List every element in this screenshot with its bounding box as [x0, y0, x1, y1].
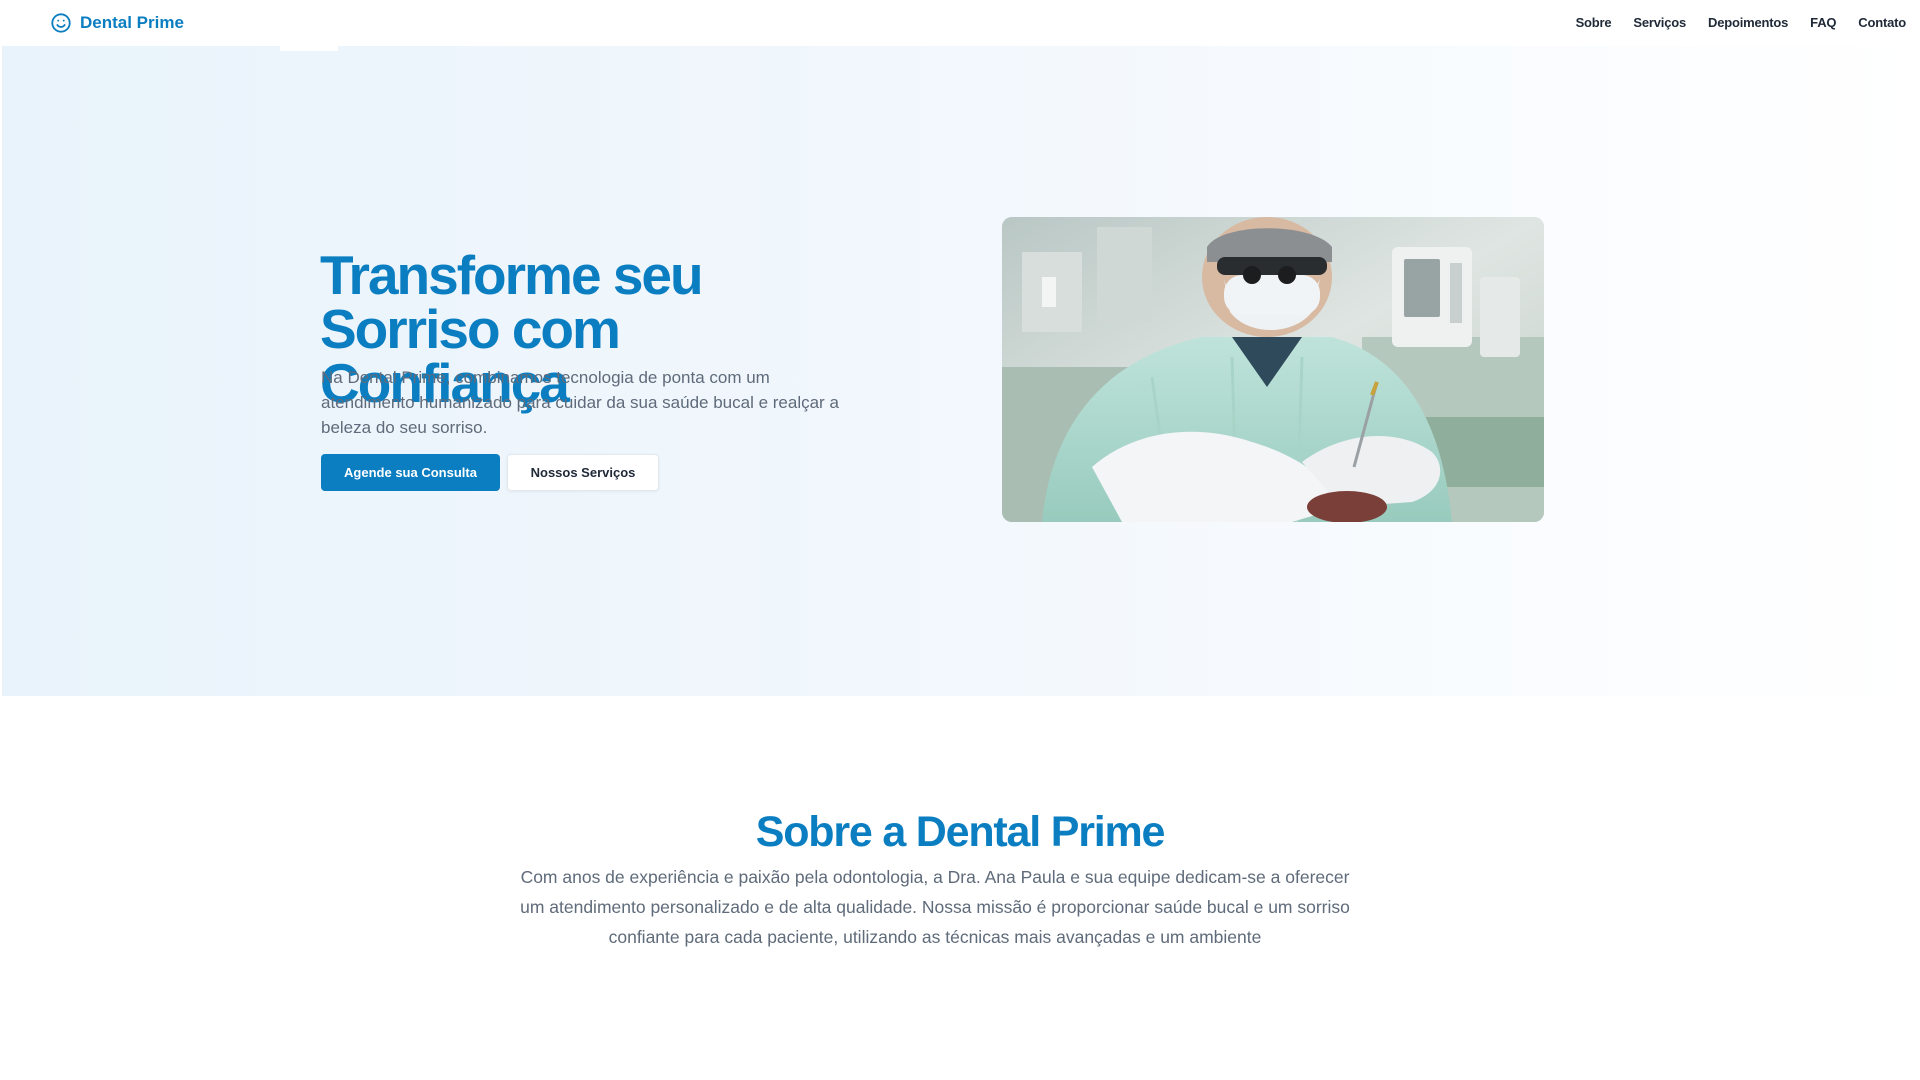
our-services-button[interactable]: Nossos Serviços [507, 454, 659, 491]
dentist-illustration [1002, 217, 1544, 522]
hero-top-notch [280, 46, 338, 51]
logo-link[interactable]: Dental Prime [50, 12, 184, 34]
nav-link-faq[interactable]: FAQ [1810, 15, 1836, 30]
site-header: Dental Prime Sobre Serviços Depoimentos … [0, 0, 1920, 46]
nav-link-contato[interactable]: Contato [1858, 15, 1906, 30]
schedule-appointment-button[interactable]: Agende sua Consulta [321, 454, 500, 491]
hero-description: Na Dental Prime, combinamos tecnologia d… [321, 368, 839, 437]
nav-link-sobre[interactable]: Sobre [1576, 15, 1612, 30]
hero-section [2, 46, 1920, 696]
brand-name: Dental Prime [80, 13, 184, 32]
nav-link-servicos[interactable]: Serviços [1633, 15, 1686, 30]
smile-icon [51, 13, 71, 33]
nav-link-depoimentos[interactable]: Depoimentos [1708, 15, 1788, 30]
about-description: Com anos de experiência e paixão pela od… [520, 867, 1350, 947]
dentist-photo [1002, 217, 1544, 522]
right-edge-fade [1845, 0, 1920, 720]
about-title: Sobre a Dental Prime [755, 808, 1166, 856]
main-nav: Sobre Serviços Depoimentos FAQ Contato [1576, 15, 1907, 30]
